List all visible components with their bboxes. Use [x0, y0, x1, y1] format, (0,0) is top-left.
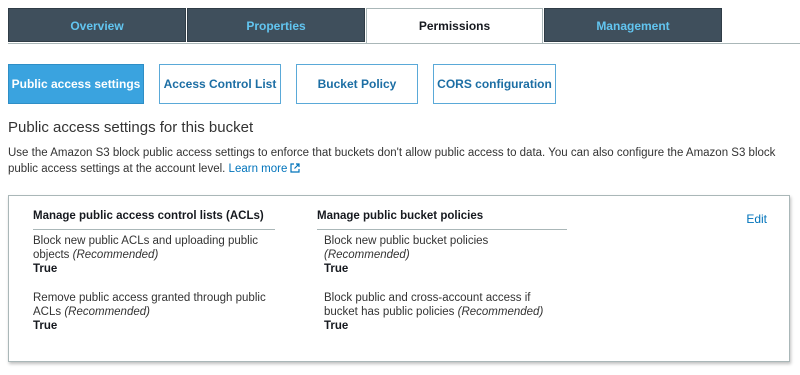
tab-bar: Overview Properties Permissions Manageme…: [8, 8, 800, 44]
access-control-list-button[interactable]: Access Control List: [159, 64, 281, 104]
bucket-policy-button[interactable]: Bucket Policy: [296, 64, 418, 104]
acl-setting-block-new: Block new public ACLs and uploading publ…: [33, 234, 273, 276]
policy-setting-block-cross-account: Block public and cross-account access if…: [324, 291, 554, 333]
tab-overview[interactable]: Overview: [8, 8, 186, 42]
section-title: Public access settings for this bucket: [8, 119, 254, 136]
public-access-settings-panel: Manage public access control lists (ACLs…: [8, 195, 790, 362]
setting-value: True: [33, 320, 58, 332]
tab-properties[interactable]: Properties: [187, 8, 365, 42]
tabs-divider: [8, 43, 800, 44]
acls-heading: Manage public access control lists (ACLs…: [33, 210, 275, 230]
tab-management[interactable]: Management: [544, 8, 722, 42]
tab-permissions[interactable]: Permissions: [366, 8, 543, 44]
setting-value: True: [324, 320, 349, 332]
learn-more-link[interactable]: Learn more: [229, 163, 301, 175]
policy-setting-block-new: Block new public bucket policies (Recomm…: [324, 234, 554, 276]
edit-link[interactable]: Edit: [746, 212, 767, 226]
cors-configuration-button[interactable]: CORS configuration: [433, 64, 556, 104]
acl-setting-remove-public: Remove public access granted through pub…: [33, 291, 273, 333]
setting-value: True: [324, 263, 349, 275]
section-description: Use the Amazon S3 block public access se…: [8, 145, 796, 177]
description-text: Use the Amazon S3 block public access se…: [8, 147, 776, 175]
public-access-settings-button[interactable]: Public access settings: [8, 64, 144, 104]
external-link-icon: [290, 163, 300, 173]
setting-value: True: [33, 263, 58, 275]
policies-heading: Manage public bucket policies: [317, 210, 567, 230]
